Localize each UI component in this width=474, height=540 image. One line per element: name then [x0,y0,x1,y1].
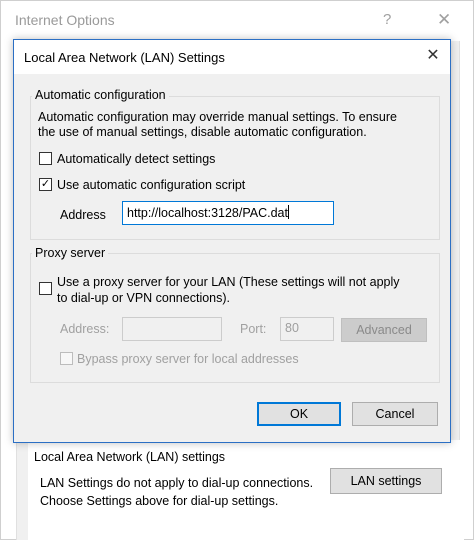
help-icon[interactable]: ? [383,11,391,28]
proxy-server-legend: Proxy server [32,246,109,260]
proxy-address-input[interactable] [122,317,222,341]
auto-detect-checkbox[interactable] [39,152,52,165]
internet-options-titlebar: Internet Options ? ✕ [1,1,473,41]
lan-settings-dialog: Local Area Network (LAN) Settings ✕ Auto… [13,39,451,443]
proxy-address-label: Address: [60,322,110,336]
proxy-port-label: Port: [240,322,267,336]
auto-config-description-line1: Automatic configuration may override man… [38,110,397,124]
auto-config-description-line2: the use of manual settings, disable auto… [38,125,367,139]
proxy-port-input[interactable]: 80 [280,317,334,341]
lan-group-title: Local Area Network (LAN) settings [34,450,226,464]
close-icon[interactable]: ✕ [437,10,451,30]
checkmark-icon: ✓ [40,178,51,190]
auto-config-script-label[interactable]: Use automatic configuration script [57,178,245,193]
dialog-title: Local Area Network (LAN) Settings [24,50,225,65]
lan-settings-button[interactable]: LAN settings [330,468,442,494]
auto-detect-label[interactable]: Automatically detect settings [57,152,215,167]
use-proxy-label-line2[interactable]: to dial-up or VPN connections). [57,291,230,306]
lan-group-description: LAN Settings do not apply to dial-up con… [40,476,314,508]
automatic-configuration-legend: Automatic configuration [32,88,169,102]
use-proxy-checkbox[interactable] [39,282,52,295]
internet-options-title: Internet Options [15,12,115,28]
dialog-close-icon[interactable]: ✕ [422,45,444,67]
script-address-label: Address [60,208,106,222]
text-caret [287,205,289,219]
dialog-titlebar: Local Area Network (LAN) Settings ✕ [14,40,450,74]
script-address-input[interactable]: http://localhost:3128/PAC.dat [122,201,334,225]
bypass-local-label[interactable]: Bypass proxy server for local addresses [77,352,299,367]
script-address-value: http://localhost:3128/PAC.dat [127,206,288,220]
advanced-button[interactable]: Advanced [341,318,427,342]
auto-config-script-checkbox[interactable]: ✓ [39,178,52,191]
bypass-local-checkbox[interactable] [60,352,73,365]
cancel-button[interactable]: Cancel [352,402,438,426]
use-proxy-label-line1[interactable]: Use a proxy server for your LAN (These s… [57,275,400,290]
ok-button[interactable]: OK [257,402,341,426]
